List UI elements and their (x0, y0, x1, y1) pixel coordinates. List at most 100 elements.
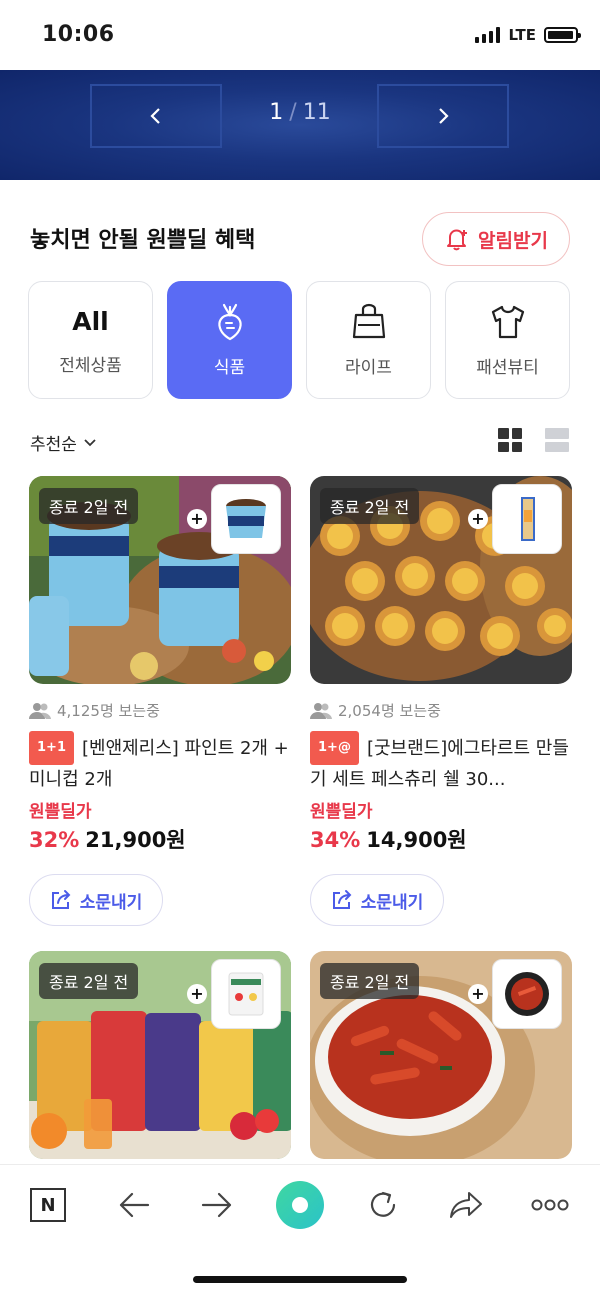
share-button[interactable]: 소문내기 (29, 874, 163, 926)
status-icons: LTE (475, 26, 581, 44)
viewer-count: 2,054명 보는중 (310, 700, 572, 721)
alert-subscribe-label: 알림받기 (478, 229, 548, 252)
share-page-button[interactable] (442, 1181, 490, 1229)
category-life[interactable]: 라이프 (306, 281, 431, 399)
banner-prev-button[interactable] (90, 84, 222, 148)
alert-subscribe-button[interactable]: 알림받기 (422, 212, 570, 266)
signal-icon (475, 27, 501, 43)
more-icon (531, 1199, 569, 1211)
price-label: 원쁠딜가 (310, 802, 373, 822)
ends-soon-tag: 종료 2일 전 (39, 963, 139, 999)
discount-rate: 34% (310, 828, 361, 852)
add-product-thumb[interactable]: + (468, 959, 562, 1029)
sort-dropdown[interactable]: 추천순 (30, 430, 97, 455)
product-card[interactable]: 종료 2일 전 + (29, 951, 291, 1159)
price: 21,900원 (85, 828, 186, 852)
add-product-thumb[interactable]: + (187, 959, 281, 1029)
product-card[interactable]: 종료 2일 전 + (310, 951, 572, 1159)
product-image[interactable]: 종료 2일 전 + (29, 476, 291, 684)
price-row: 32% 21,900원 (29, 824, 291, 854)
price-label: 원쁠딜가 (29, 802, 92, 822)
bell-plus-icon (447, 229, 468, 251)
back-button[interactable] (110, 1181, 158, 1229)
category-fashion-beauty[interactable]: 패션뷰티 (445, 281, 570, 399)
more-button[interactable] (526, 1181, 574, 1229)
plus-icon: + (468, 984, 488, 1004)
deal-badge: 1+@ (310, 731, 359, 765)
promo-banner[interactable]: 1/11 (0, 70, 600, 180)
home-indicator (193, 1276, 407, 1283)
people-icon (310, 702, 332, 719)
share-icon (332, 890, 352, 909)
discount-rate: 32% (29, 828, 80, 852)
banner-total-pages: 11 (302, 100, 331, 125)
product-thumbnail (211, 484, 281, 554)
price: 14,900원 (366, 828, 467, 852)
ends-soon-tag: 종료 2일 전 (39, 488, 139, 524)
deal-badge: 1+1 (29, 731, 74, 765)
back-arrow-icon (119, 1192, 150, 1218)
share-icon (51, 890, 71, 909)
forward-arrow-icon (201, 1192, 232, 1218)
chevron-left-icon (150, 108, 160, 124)
chevron-down-icon (84, 438, 96, 446)
people-icon (29, 702, 51, 719)
bag-icon (352, 303, 385, 338)
chevron-right-icon (439, 108, 449, 124)
section-title: 놓치면 안될 원쁠딜 혜택 (30, 228, 256, 253)
battery-icon (544, 27, 581, 43)
plus-icon: + (187, 509, 207, 529)
product-image[interactable]: 종료 2일 전 + (310, 476, 572, 684)
share-arrow-icon (450, 1192, 482, 1218)
category-label: 패션뷰티 (476, 357, 539, 378)
product-card[interactable]: 종료 2일 전 + 2,054명 보는중 1+@ [굿브랜드]에그타르트 만들기 … (310, 476, 572, 926)
n-logo-button[interactable]: N (24, 1181, 72, 1229)
network-label: LTE (508, 26, 536, 44)
radish-icon (217, 303, 242, 340)
tshirt-icon (491, 305, 524, 338)
share-button[interactable]: 소문내기 (310, 874, 444, 926)
add-product-thumb[interactable]: + (187, 484, 281, 554)
status-bar: 10:06 LTE (0, 0, 600, 70)
home-button[interactable] (276, 1181, 324, 1229)
ends-soon-tag: 종료 2일 전 (320, 488, 420, 524)
all-icon: All (72, 306, 109, 336)
product-image[interactable]: 종료 2일 전 + (310, 951, 572, 1159)
list-view-icon[interactable] (545, 428, 569, 452)
grid-view-icon[interactable] (498, 428, 522, 452)
reload-button[interactable] (359, 1181, 407, 1229)
share-label: 소문내기 (79, 892, 143, 913)
banner-pagination: 1/11 (245, 100, 355, 125)
banner-next-button[interactable] (377, 84, 509, 148)
price-row: 34% 14,900원 (310, 824, 572, 854)
viewer-count-text: 4,125명 보는중 (57, 702, 160, 720)
banner-current-page: 1 (269, 100, 284, 125)
plus-icon: + (468, 509, 488, 529)
home-icon (276, 1181, 324, 1229)
category-food[interactable]: 식품 (167, 281, 292, 399)
product-title-line: 1+1 [벤앤제리스] 파인트 2개 + 미니컵 2개 (29, 731, 291, 795)
forward-button[interactable] (193, 1181, 241, 1229)
category-label: 식품 (213, 357, 246, 378)
viewer-count-text: 2,054명 보는중 (338, 702, 441, 720)
product-thumbnail (492, 959, 562, 1029)
sort-label: 추천순 (30, 435, 77, 455)
n-logo-icon: N (30, 1188, 66, 1222)
reload-icon (370, 1191, 396, 1217)
share-label: 소문내기 (360, 892, 424, 913)
category-tabs: All 전체상품 식품 라이프 패션뷰티 (28, 281, 570, 399)
category-label: 라이프 (345, 357, 392, 378)
category-label: 전체상품 (59, 355, 122, 376)
product-image[interactable]: 종료 2일 전 + (29, 951, 291, 1159)
viewer-count: 4,125명 보는중 (29, 700, 291, 721)
product-thumbnail (211, 959, 281, 1029)
status-time: 10:06 (42, 22, 115, 47)
plus-icon: + (187, 984, 207, 1004)
category-all[interactable]: All 전체상품 (28, 281, 153, 399)
banner-page-separator: / (289, 100, 297, 125)
ends-soon-tag: 종료 2일 전 (320, 963, 420, 999)
product-card[interactable]: 종료 2일 전 + 4,125명 보는중 1+1 [벤앤제리스] 파인트 2개 +… (29, 476, 291, 926)
product-thumbnail (492, 484, 562, 554)
add-product-thumb[interactable]: + (468, 484, 562, 554)
product-title-line: 1+@ [굿브랜드]에그타르트 만들기 세트 페스츄리 쉘 30... (310, 731, 572, 795)
